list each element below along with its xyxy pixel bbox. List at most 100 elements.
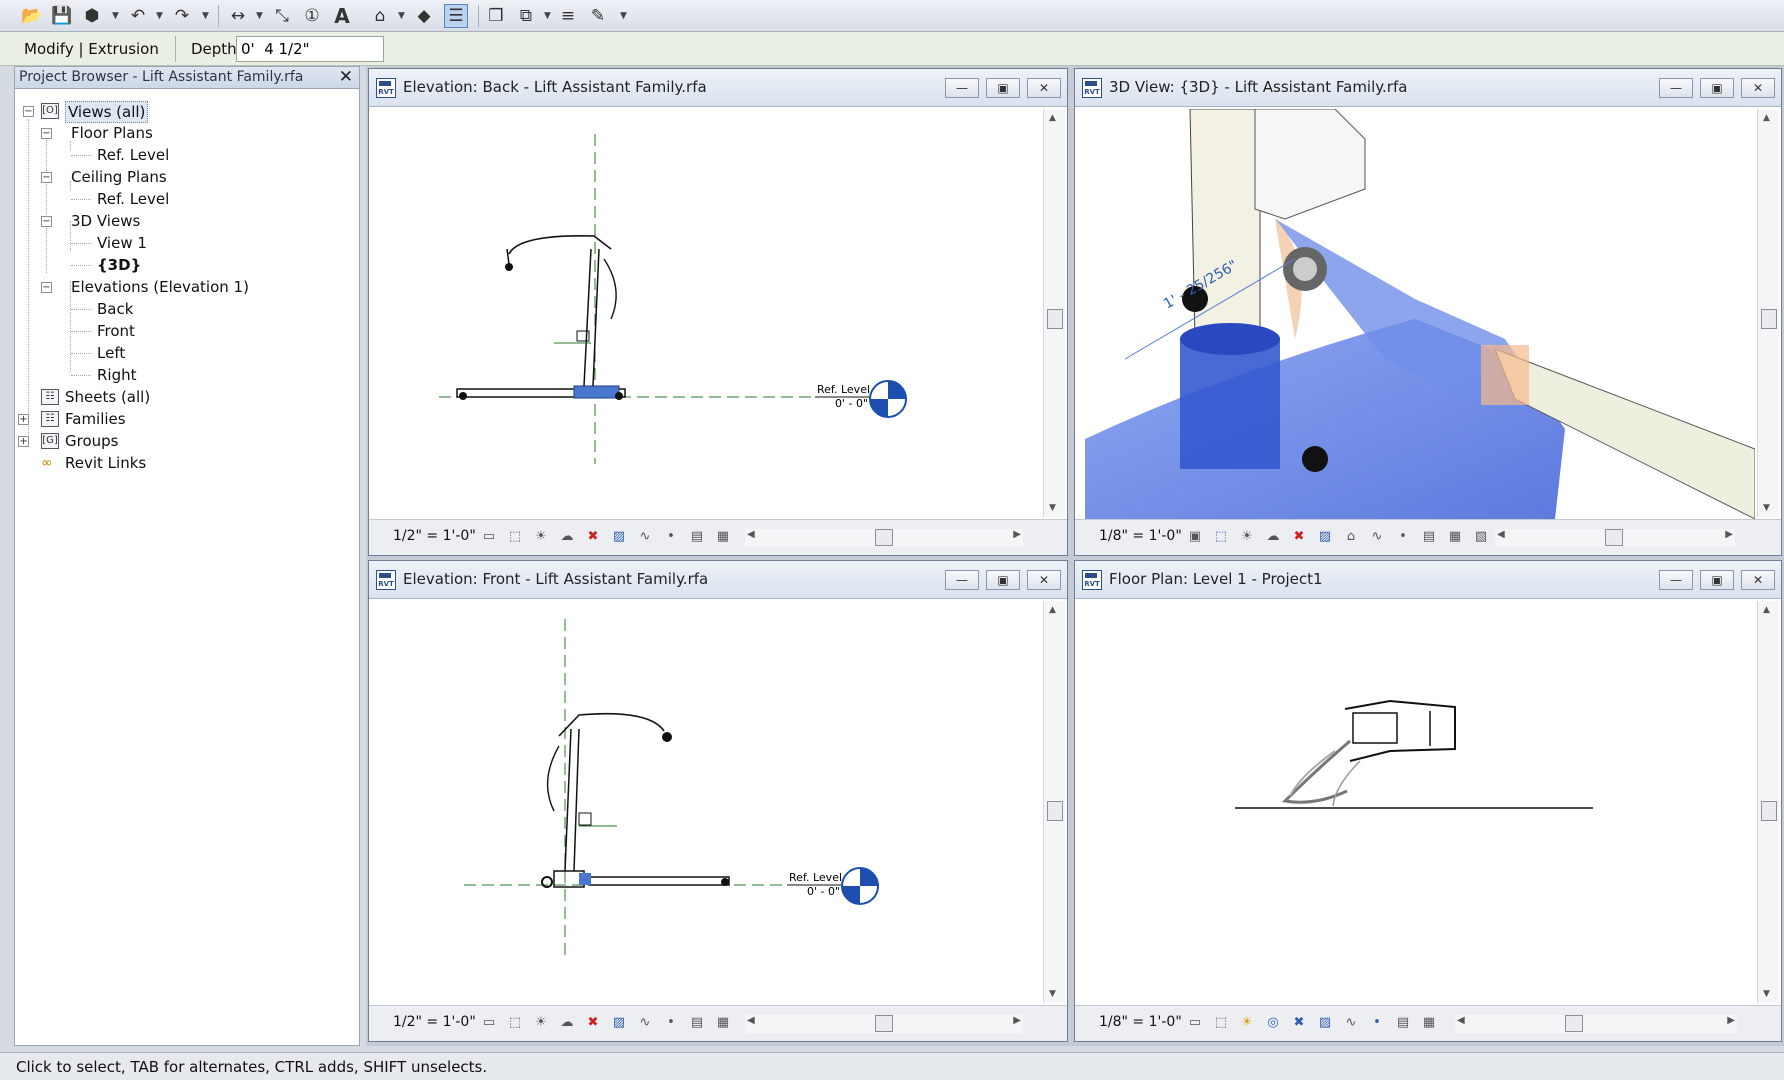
tree-item-3d-views[interactable]: − 3D Views (15, 211, 140, 231)
tree-item-3d[interactable]: {3D} (15, 255, 141, 275)
crop-view-icon[interactable]: ✖ (583, 1014, 603, 1032)
undo-dropdown-icon[interactable]: ▼ (156, 11, 163, 21)
maximize-icon[interactable]: ▣ (986, 78, 1020, 98)
horizontal-scrollbar[interactable]: ◀ ▶ (1495, 529, 1735, 547)
analytical-model-icon[interactable]: ▦ (713, 1014, 733, 1032)
redo-dropdown-icon[interactable]: ▼ (202, 11, 209, 21)
tree-item-right[interactable]: Right (15, 365, 137, 385)
window-elevation-back[interactable]: RVT Elevation: Back - Lift Assistant Fam… (368, 68, 1068, 556)
close-icon[interactable]: ✕ (339, 67, 353, 87)
depth-input[interactable] (236, 36, 384, 62)
drawing-canvas[interactable] (1085, 601, 1753, 1003)
shadows-icon[interactable]: ☁ (1263, 528, 1283, 546)
crop-view-icon[interactable]: ✖ (583, 528, 603, 546)
view-scale[interactable]: 1/8" = 1'-0" (1099, 528, 1182, 544)
shadows-icon[interactable]: ☁ (557, 1014, 577, 1032)
visual-style-icon[interactable]: ⬚ (505, 528, 525, 546)
worksharing-icon[interactable]: ▧ (1471, 528, 1491, 546)
sync-dropdown-icon[interactable]: ▼ (112, 11, 119, 21)
drawing-canvas[interactable]: 1' - 25/256" (1085, 109, 1755, 519)
text-icon[interactable]: A (330, 4, 354, 28)
switch-windows-dropdown-icon[interactable]: ▼ (544, 11, 551, 21)
shadows-icon[interactable]: ☁ (557, 528, 577, 546)
close-icon[interactable]: ✕ (1741, 78, 1775, 98)
vertical-scrollbar[interactable]: ▲ ▼ (1043, 601, 1065, 1003)
temp-view-properties-icon[interactable]: ▤ (1419, 528, 1439, 546)
tree-item-floor-plans[interactable]: − Floor Plans (15, 123, 153, 143)
measure-icon[interactable]: ↔ (226, 4, 250, 28)
crop-region-icon[interactable]: ▨ (1315, 1014, 1335, 1032)
minimize-icon[interactable]: — (1659, 78, 1693, 98)
tree-item-elevations[interactable]: − Elevations (Elevation 1) (15, 277, 249, 297)
window-elevation-front[interactable]: RVT Elevation: Front - Lift Assistant Fa… (368, 560, 1068, 1042)
crop-region-icon[interactable]: ▨ (1315, 528, 1335, 546)
detail-level-icon[interactable]: ▭ (479, 528, 499, 546)
reveal-hidden-icon[interactable]: • (661, 1014, 681, 1032)
tree-item-view-1[interactable]: View 1 (15, 233, 147, 253)
minimize-icon[interactable]: — (945, 78, 979, 98)
temporary-hide-icon[interactable]: ∿ (1367, 528, 1387, 546)
minimize-icon[interactable]: — (945, 570, 979, 590)
vertical-scrollbar[interactable]: ▲ ▼ (1043, 109, 1065, 517)
analytical-model-icon[interactable]: ▦ (713, 528, 733, 546)
reveal-hidden-icon[interactable]: • (1393, 528, 1413, 546)
view-scale[interactable]: 1/2" = 1'-0" (393, 528, 476, 544)
tree-item-sheets[interactable]: ☷ Sheets (all) (15, 387, 150, 407)
crop-view-icon[interactable]: ✖ (1289, 528, 1309, 546)
window-titlebar[interactable]: RVT Elevation: Back - Lift Assistant Fam… (369, 69, 1067, 107)
visual-style-icon[interactable]: ⬚ (1211, 1014, 1231, 1032)
maximize-icon[interactable]: ▣ (1700, 570, 1734, 590)
tree-item-floor-plan-ref-level[interactable]: Ref. Level (15, 145, 169, 165)
visual-style-icon[interactable]: ⬚ (1211, 528, 1231, 546)
view-scale[interactable]: 1/2" = 1'-0" (393, 1014, 476, 1030)
redo-icon[interactable]: ↷ (170, 4, 194, 28)
sun-path-icon[interactable]: ☀ (1237, 1014, 1257, 1032)
drawing-canvas[interactable]: Ref. Level 0' - 0" (379, 109, 1039, 517)
window-3d-view[interactable]: RVT 3D View: {3D} - Lift Assistant Famil… (1074, 68, 1782, 556)
window-titlebar[interactable]: RVT Floor Plan: Level 1 - Project1 — ▣ ✕ (1075, 561, 1781, 599)
vertical-scrollbar[interactable]: ▲ ▼ (1757, 109, 1779, 517)
close-icon[interactable]: ✕ (1741, 570, 1775, 590)
vertical-scrollbar[interactable]: ▲ ▼ (1757, 601, 1779, 1003)
tree-item-views-all[interactable]: − [O] Views (all) (15, 101, 149, 123)
close-icon[interactable]: ✕ (1027, 78, 1061, 98)
3d-view-icon[interactable]: ⌂ (368, 4, 392, 28)
temporary-hide-icon[interactable]: ∿ (1341, 1014, 1361, 1032)
measure-dropdown-icon[interactable]: ▼ (256, 11, 263, 21)
detail-level-icon[interactable]: ▭ (479, 1014, 499, 1032)
drawing-canvas[interactable]: Ref. Level 0' - 0" (379, 601, 1039, 1003)
temporary-hide-icon[interactable]: ∿ (635, 528, 655, 546)
close-icon[interactable]: ✕ (1027, 570, 1061, 590)
sun-path-icon[interactable]: ☀ (531, 1014, 551, 1032)
reveal-hidden-icon[interactable]: • (661, 528, 681, 546)
undo-icon[interactable]: ↶ (126, 4, 150, 28)
crop-view-icon[interactable]: ✖ (1289, 1014, 1309, 1032)
open-icon[interactable]: 📂 (20, 4, 44, 28)
window-titlebar[interactable]: RVT Elevation: Front - Lift Assistant Fa… (369, 561, 1067, 599)
save-icon[interactable]: 💾 (50, 4, 74, 28)
minimize-icon[interactable]: — (1659, 570, 1693, 590)
detail-level-icon[interactable]: ▣ (1185, 528, 1205, 546)
temp-view-properties-icon[interactable]: ▤ (687, 1014, 707, 1032)
window-titlebar[interactable]: RVT 3D View: {3D} - Lift Assistant Famil… (1075, 69, 1781, 107)
lock-view-icon[interactable]: ⌂ (1341, 528, 1361, 546)
tree-item-left[interactable]: Left (15, 343, 125, 363)
crop-region-icon[interactable]: ▨ (609, 528, 629, 546)
tree-item-families[interactable]: + ☷ Families (15, 409, 126, 429)
customize-dropdown-icon[interactable]: ▼ (620, 11, 627, 21)
horizontal-scrollbar[interactable]: ◀ ▶ (745, 529, 1023, 547)
sun-path-icon[interactable]: ☀ (1237, 528, 1257, 546)
horizontal-scrollbar[interactable]: ◀ ▶ (745, 1015, 1023, 1033)
detail-level-icon[interactable]: ▭ (1185, 1014, 1205, 1032)
temp-view-properties-icon[interactable]: ▤ (1393, 1014, 1413, 1032)
switch-windows-icon[interactable]: ⧉ (514, 4, 538, 28)
crop-region-icon[interactable]: ▨ (609, 1014, 629, 1032)
3d-view-dropdown-icon[interactable]: ▼ (398, 11, 405, 21)
visual-style-icon[interactable]: ⬚ (505, 1014, 525, 1032)
window-floor-plan[interactable]: RVT Floor Plan: Level 1 - Project1 — ▣ ✕… (1074, 560, 1782, 1042)
view-scale[interactable]: 1/8" = 1'-0" (1099, 1014, 1182, 1030)
maximize-icon[interactable]: ▣ (986, 570, 1020, 590)
close-hidden-icon[interactable]: ❒ (484, 4, 508, 28)
temp-view-properties-icon[interactable]: ▤ (687, 528, 707, 546)
sync-icon[interactable]: ⬢ (80, 4, 104, 28)
